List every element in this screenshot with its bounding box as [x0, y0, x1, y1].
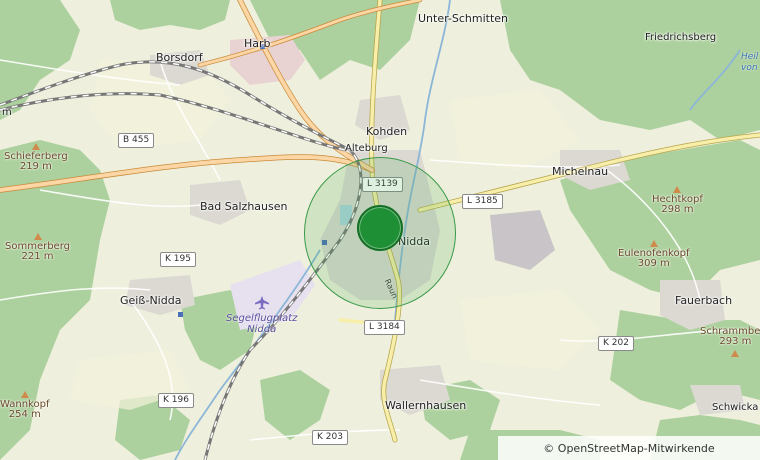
- airfield-label: Segelflugplatz Nidda: [226, 313, 298, 335]
- road-shield-b455: B 455: [118, 133, 155, 148]
- road-shield-l3185: L 3185: [462, 194, 503, 209]
- road-shield-l3184: L 3184: [364, 320, 405, 335]
- peak-icon: [20, 391, 29, 398]
- road-shield-k203: K 203: [312, 430, 348, 445]
- road-shield-k202: K 202: [598, 336, 634, 351]
- peak-eulenofenkopf: Eulenofenkopf 309 m: [618, 240, 689, 269]
- station-icon: [322, 240, 327, 245]
- road-shield-k196: K 196: [158, 393, 194, 408]
- area-label-corner: Heil von: [741, 52, 759, 73]
- place-label-unter-schmitten: Unter-Schmitten: [418, 12, 509, 25]
- map-view[interactable]: Unter-Schmitten Borsdorf Harb Kohden Alt…: [0, 0, 760, 460]
- peak-icon: [731, 350, 740, 357]
- peak-icon: [33, 233, 42, 240]
- place-label-alteburg: Alteburg: [345, 143, 388, 154]
- place-label-schwickartshausen: Schwicka: [712, 402, 759, 413]
- place-label-edge: m: [2, 107, 12, 118]
- place-label-wallernhausen: Wallernhausen: [385, 399, 467, 412]
- place-label-kohden: Kohden: [366, 125, 408, 138]
- peak-hechtkopf: Hechtkopf 298 m: [652, 186, 703, 215]
- map-attribution[interactable]: © OpenStreetMap-Mitwirkende: [498, 436, 760, 460]
- peak-icon: [31, 143, 40, 150]
- place-label-friedrichsberg: Friedrichsberg: [645, 32, 717, 43]
- peak-icon: [649, 240, 658, 247]
- station-icon: [178, 312, 183, 317]
- place-label-borsdorf: Borsdorf: [156, 51, 203, 64]
- peak-schieferberg: Schieferberg 219 m: [4, 143, 68, 172]
- place-label-michelnau: Michelnau: [552, 165, 609, 178]
- place-label-nidda: Nidda: [398, 235, 430, 248]
- road-shield-k195: K 195: [160, 252, 196, 267]
- place-label-bad-salzhausen: Bad Salzhausen: [200, 200, 288, 213]
- peak-wannkopf: Wannkopf 254 m: [0, 391, 49, 420]
- map-base-layer: [0, 0, 760, 460]
- place-label-geiss-nidda: Geiß-Nidda: [120, 294, 182, 307]
- road-shield-l3139: L 3139: [362, 177, 403, 192]
- peak-sommerberg: Sommerberg 221 m: [5, 233, 70, 262]
- peak-icon: [673, 186, 682, 193]
- place-label-fauerbach: Fauerbach: [675, 294, 733, 307]
- attribution-text[interactable]: © OpenStreetMap-Mitwirkende: [543, 442, 714, 455]
- peak-schrammberg: Schrammberg 293 m: [700, 327, 760, 359]
- place-label-harb: Harb: [244, 37, 271, 50]
